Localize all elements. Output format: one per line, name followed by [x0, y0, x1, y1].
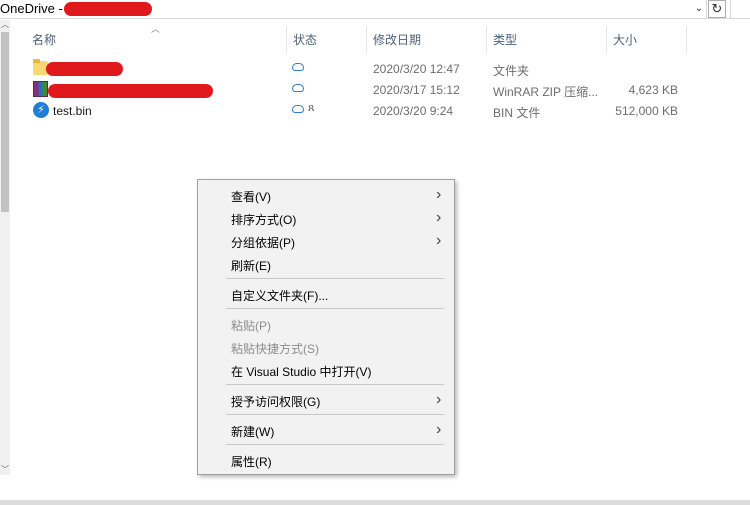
column-header-size[interactable]: 大小: [613, 32, 637, 52]
chevron-down-icon[interactable]: ⌄: [692, 0, 706, 18]
chevron-right-icon: ›: [436, 232, 442, 249]
menu-item-refresh[interactable]: 刷新(E): [198, 253, 454, 275]
menu-item-sort-by[interactable]: 排序方式(O) ›: [198, 207, 454, 229]
menu-separator: [226, 308, 444, 309]
menu-item-label: 新建(W): [231, 425, 275, 439]
address-bar[interactable]: OneDrive - ⌄ ↻: [0, 0, 750, 19]
menu-item-label: 在 Visual Studio 中打开(V): [231, 365, 372, 379]
menu-separator: [226, 444, 444, 445]
menu-separator: [226, 414, 444, 415]
menu-separator: [226, 384, 444, 385]
menu-item-label: 授予访问权限(G): [231, 395, 321, 409]
menu-item-label: 自定义文件夹(F)...: [231, 289, 329, 303]
column-divider[interactable]: [606, 26, 607, 52]
column-divider[interactable]: [686, 26, 687, 52]
menu-item-customize-folder[interactable]: 自定义文件夹(F)...: [198, 283, 454, 305]
menu-item-label: 排序方式(O): [231, 213, 297, 227]
file-row[interactable]: 2020/3/17 15:12 WinRAR ZIP 压缩... 4,623 K…: [30, 80, 690, 101]
file-type: WinRAR ZIP 压缩...: [493, 85, 599, 99]
shared-person-icon: ጸ: [308, 102, 315, 114]
column-header-modified[interactable]: 修改日期: [373, 32, 421, 52]
refresh-icon[interactable]: ↻: [708, 0, 726, 18]
redacted-file-name: [48, 84, 213, 98]
scroll-up-arrow-icon[interactable]: ︿: [0, 20, 10, 30]
menu-item-paste: 粘贴(P): [198, 313, 454, 335]
file-modified: 2020/3/17 15:12: [373, 83, 460, 97]
chevron-right-icon: ›: [436, 421, 442, 438]
file-row[interactable]: 2020/3/20 12:47 文件夹: [30, 59, 690, 80]
scrollbar-thumb[interactable]: [1, 32, 9, 212]
chevron-right-icon: ›: [436, 186, 442, 203]
file-type: 文件夹: [493, 64, 530, 78]
menu-item-new[interactable]: 新建(W) ›: [198, 419, 454, 441]
column-divider[interactable]: [286, 26, 287, 52]
menu-item-view[interactable]: 查看(V) ›: [198, 184, 454, 206]
menu-item-give-access[interactable]: 授予访问权限(G) ›: [198, 389, 454, 411]
column-divider[interactable]: [366, 26, 367, 52]
address-path: OneDrive -: [0, 1, 63, 16]
menu-item-label: 查看(V): [231, 190, 271, 204]
cloud-icon: [292, 84, 304, 92]
cloud-icon: [292, 105, 304, 113]
chevron-right-icon: ›: [436, 209, 442, 226]
winrar-archive-icon: [33, 81, 48, 97]
context-menu: 查看(V) › 排序方式(O) › 分组依据(P) › 刷新(E) 自定义文件夹…: [197, 179, 455, 475]
column-divider[interactable]: [486, 26, 487, 52]
file-size: 4,623 KB: [628, 83, 678, 97]
menu-item-group-by[interactable]: 分组依据(P) ›: [198, 230, 454, 252]
search-box[interactable]: [730, 0, 750, 18]
cloud-icon: [292, 63, 304, 71]
file-type: BIN 文件: [493, 106, 541, 120]
menu-item-label: 粘贴(P): [231, 319, 271, 333]
sort-ascending-icon: ︿: [151, 24, 161, 34]
redacted-file-name: [46, 62, 123, 76]
column-header-type[interactable]: 类型: [493, 32, 517, 52]
file-modified: 2020/3/20 9:24: [373, 104, 454, 118]
column-header-name[interactable]: 名称: [32, 32, 56, 52]
chevron-right-icon: ›: [436, 391, 442, 408]
menu-item-label: 分组依据(P): [231, 236, 295, 250]
column-header-status[interactable]: 状态: [293, 32, 317, 52]
vertical-scrollbar[interactable]: ︿ ﹀: [0, 20, 10, 475]
address-divider: [706, 0, 707, 18]
menu-item-properties[interactable]: 属性(R): [198, 449, 454, 471]
redacted-path-segment: [64, 2, 152, 16]
file-modified: 2020/3/20 12:47: [373, 62, 460, 76]
file-name: test.bin: [53, 104, 92, 118]
menu-item-paste-shortcut: 粘贴快捷方式(S): [198, 336, 454, 358]
file-size: 512,000 KB: [615, 104, 678, 118]
bin-file-icon: ⚡: [33, 102, 49, 118]
menu-item-label: 属性(R): [231, 455, 272, 469]
scroll-down-arrow-icon[interactable]: ﹀: [0, 465, 10, 475]
file-row[interactable]: ⚡ test.bin ጸ 2020/3/20 9:24 BIN 文件 512,0…: [30, 101, 690, 122]
menu-item-label: 刷新(E): [231, 259, 271, 273]
menu-item-label: 粘贴快捷方式(S): [231, 342, 319, 356]
menu-separator: [226, 278, 444, 279]
menu-item-open-in-visual-studio[interactable]: 在 Visual Studio 中打开(V): [198, 359, 454, 381]
horizontal-scrollbar[interactable]: [0, 500, 750, 505]
